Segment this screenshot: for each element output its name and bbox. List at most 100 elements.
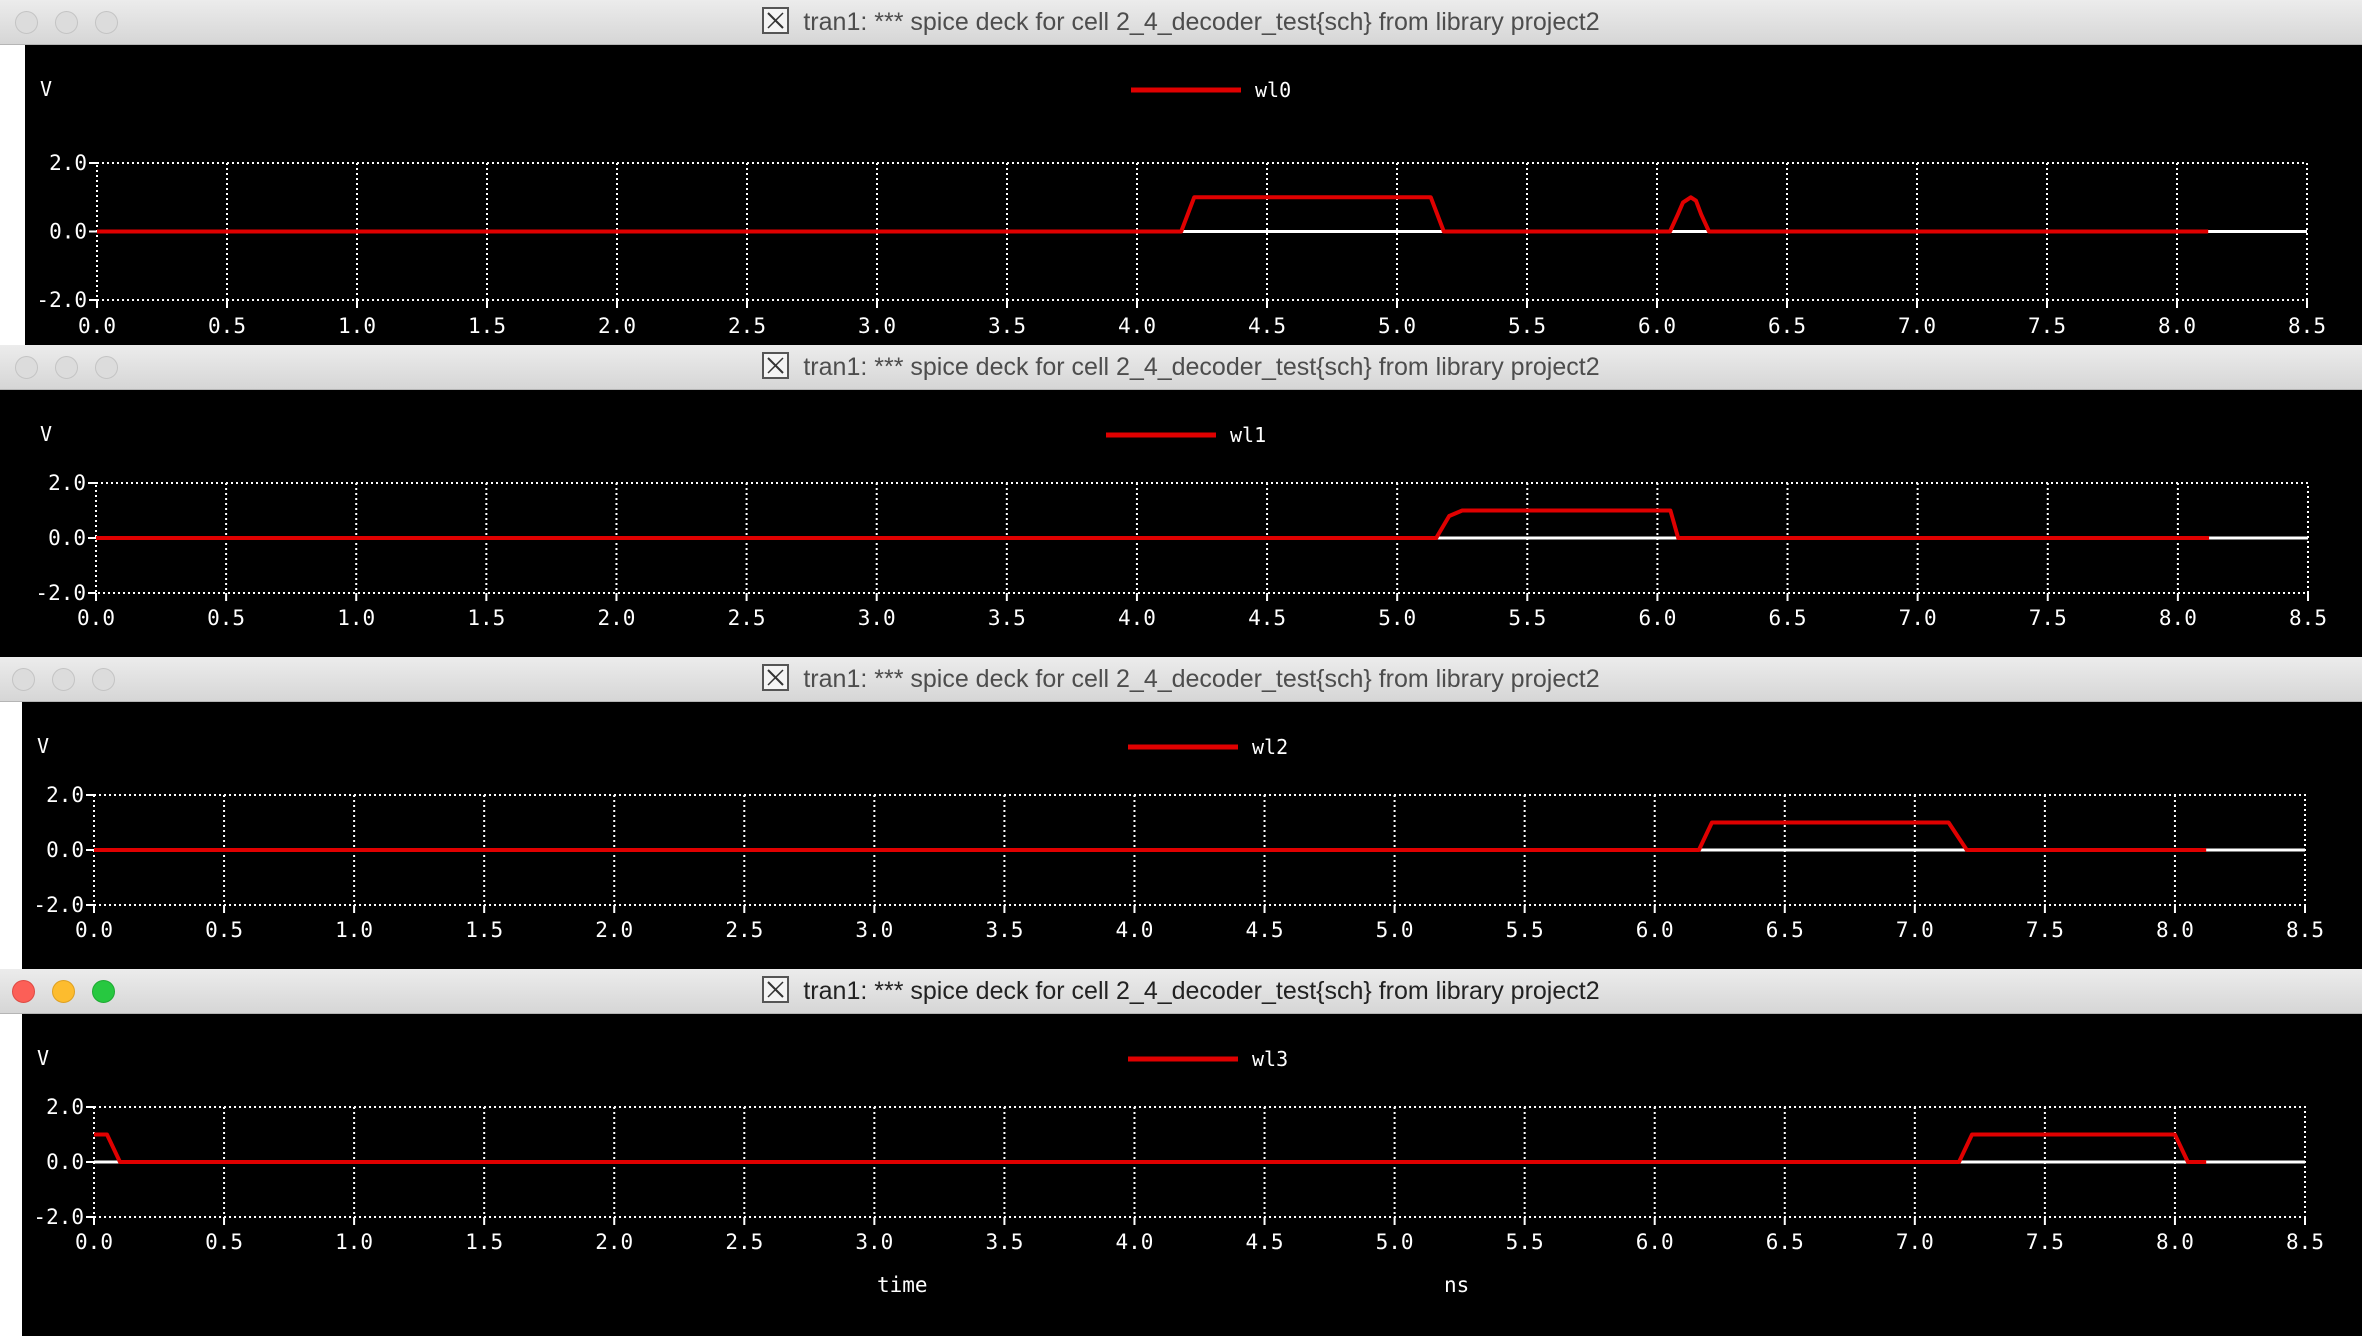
y-tick-label: 2.0	[46, 1095, 84, 1119]
window-title: tran1: *** spice deck for cell 2_4_decod…	[0, 345, 2362, 390]
x-tick-label: 1.5	[465, 1230, 503, 1254]
x-tick-label: 4.5	[1248, 314, 1286, 338]
trace-line-wl0	[97, 195, 2209, 234]
x-tick-label: 8.0	[2156, 1230, 2194, 1254]
x-tick-label: 8.5	[2288, 314, 2326, 338]
window-title: tran1: *** spice deck for cell 2_4_decod…	[0, 969, 2362, 1014]
y-tick-label: -2.0	[35, 581, 86, 605]
window-titlebar[interactable]: tran1: *** spice deck for cell 2_4_decod…	[0, 657, 2362, 702]
x-tick-label: 2.5	[725, 918, 763, 942]
x-tick-label: 3.5	[985, 1230, 1023, 1254]
x-tick-label: 3.5	[988, 606, 1026, 630]
trace-line-wl3	[94, 1132, 2207, 1164]
x-tick-label: 3.5	[985, 918, 1023, 942]
legend-label: wl2	[1252, 735, 1288, 759]
x-tick-label: 3.0	[855, 918, 893, 942]
x-tick-label: 2.5	[725, 1230, 763, 1254]
x-tick-label: 6.5	[1769, 606, 1807, 630]
x-tick-label: 3.0	[858, 606, 896, 630]
waveform-window-wl2[interactable]: tran1: *** spice deck for cell 2_4_decod…	[0, 657, 2362, 969]
waveform-plot[interactable]: Vwl2 0.0 0.5 1.0 1.5 2.0 2.5 3.0 3.5 4.0 4.5 5.0 5.5…	[22, 702, 2362, 969]
x-tick-label: 1.5	[467, 606, 505, 630]
y-unit-label: V	[40, 77, 52, 101]
waveform-plot[interactable]: Vwl3 0.0 0.5 1.0 1.5 2.0 2.5 3.0 3.5 4.0 4.5 5.0 5.5…	[22, 1014, 2362, 1336]
y-tick-label: 2.0	[46, 783, 84, 807]
x-tick-label: 5.0	[1378, 314, 1416, 338]
x-tick-label: 2.5	[728, 314, 766, 338]
x-tick-label: 4.0	[1118, 606, 1156, 630]
x-tick-label: 2.5	[728, 606, 766, 630]
x-tick-label: 8.5	[2286, 1230, 2324, 1254]
waveform-plot[interactable]: Vwl0 0.0 0.5 1.0 1.5 2.0 2.5 3.0 3.5 4.0 4.5 5.0 5.5…	[25, 45, 2362, 345]
x-tick-label: 6.0	[1638, 606, 1676, 630]
waveform-window-wl1[interactable]: tran1: *** spice deck for cell 2_4_decod…	[0, 345, 2362, 657]
window-title: tran1: *** spice deck for cell 2_4_decod…	[0, 0, 2362, 45]
x-tick-label: 1.0	[337, 606, 375, 630]
x-tick-label: 5.5	[1506, 918, 1544, 942]
x-tick-label: 4.5	[1246, 1230, 1284, 1254]
trace-line-wl1	[96, 508, 2210, 540]
waveform-window-wl3[interactable]: tran1: *** spice deck for cell 2_4_decod…	[0, 969, 2362, 1336]
x-tick-label: 0.0	[75, 918, 113, 942]
plot-area[interactable]: Vwl1 0.0 0.5 1.0 1.5 2.0 2.5 3.0 3.5 4.0 4.5 5.0 5.5…	[0, 390, 2362, 657]
y-tick-label: 0.0	[49, 220, 87, 244]
x-tick-label: 4.0	[1118, 314, 1156, 338]
plot-area[interactable]: Vwl3 0.0 0.5 1.0 1.5 2.0 2.5 3.0 3.5 4.0 4.5 5.0 5.5…	[22, 1014, 2362, 1336]
x-tick-label: 7.5	[2026, 918, 2064, 942]
window-title-text: tran1: *** spice deck for cell 2_4_decod…	[803, 665, 1600, 693]
y-unit-label: V	[40, 422, 52, 446]
x-tick-label: 8.5	[2289, 606, 2327, 630]
x-tick-label: 5.5	[1508, 314, 1546, 338]
x-tick-label: 4.5	[1246, 918, 1284, 942]
x-tick-label: 0.0	[78, 314, 116, 338]
waveform-window-wl0[interactable]: tran1: *** spice deck for cell 2_4_decod…	[0, 0, 2362, 345]
waveform-plot[interactable]: Vwl1 0.0 0.5 1.0 1.5 2.0 2.5 3.0 3.5 4.0 4.5 5.0 5.5…	[0, 390, 2362, 657]
legend-label: wl3	[1252, 1047, 1288, 1071]
plot-area[interactable]: Vwl2 0.0 0.5 1.0 1.5 2.0 2.5 3.0 3.5 4.0 4.5 5.0 5.5…	[22, 702, 2362, 969]
x-tick-label: 3.5	[988, 314, 1026, 338]
x-tick-label: 0.5	[208, 314, 246, 338]
x-tick-label: 5.5	[1506, 1230, 1544, 1254]
y-tick-label: 0.0	[48, 526, 86, 550]
trace-line-wl2	[94, 820, 2207, 852]
x-tick-label: 5.0	[1378, 606, 1416, 630]
x-tick-label: 2.0	[595, 918, 633, 942]
x-tick-label: 8.0	[2158, 314, 2196, 338]
window-titlebar[interactable]: tran1: *** spice deck for cell 2_4_decod…	[0, 969, 2362, 1014]
x-tick-label: 6.5	[1766, 1230, 1804, 1254]
x-tick-label: 1.5	[468, 314, 506, 338]
y-tick-label: -2.0	[36, 288, 87, 312]
x-tick-label: 0.5	[207, 606, 245, 630]
x11-icon	[762, 976, 790, 1003]
x-tick-label: 2.0	[595, 1230, 633, 1254]
x-tick-label: 8.0	[2159, 606, 2197, 630]
window-titlebar[interactable]: tran1: *** spice deck for cell 2_4_decod…	[0, 0, 2362, 45]
x-tick-label: 4.0	[1116, 918, 1154, 942]
x11-icon	[762, 352, 790, 379]
x-tick-label: 6.5	[1766, 918, 1804, 942]
x-tick-label: 4.0	[1116, 1230, 1154, 1254]
window-title-text: tran1: *** spice deck for cell 2_4_decod…	[803, 353, 1600, 381]
window-titlebar[interactable]: tran1: *** spice deck for cell 2_4_decod…	[0, 345, 2362, 390]
legend-label: wl0	[1255, 78, 1291, 102]
legend-label: wl1	[1230, 423, 1266, 447]
x11-icon	[762, 664, 790, 691]
y-unit-label: V	[37, 1046, 49, 1070]
x-tick-label: 7.5	[2029, 606, 2067, 630]
x-tick-label: 7.5	[2026, 1230, 2064, 1254]
x-tick-label: 0.5	[205, 1230, 243, 1254]
x-tick-label: 6.0	[1638, 314, 1676, 338]
x-tick-label: 7.0	[1899, 606, 1937, 630]
x-tick-label: 7.0	[1896, 918, 1934, 942]
y-tick-label: -2.0	[33, 893, 84, 917]
x-axis-unit: ns	[1444, 1273, 1469, 1297]
x-tick-label: 1.0	[335, 1230, 373, 1254]
plot-area[interactable]: Vwl0 0.0 0.5 1.0 1.5 2.0 2.5 3.0 3.5 4.0 4.5 5.0 5.5…	[25, 45, 2362, 345]
x-tick-label: 6.0	[1636, 918, 1674, 942]
x-tick-label: 0.5	[205, 918, 243, 942]
x-tick-label: 5.0	[1376, 1230, 1414, 1254]
window-title-text: tran1: *** spice deck for cell 2_4_decod…	[803, 977, 1600, 1005]
y-tick-label: 0.0	[46, 1150, 84, 1174]
y-tick-label: 0.0	[46, 838, 84, 862]
y-tick-label: 2.0	[49, 151, 87, 175]
